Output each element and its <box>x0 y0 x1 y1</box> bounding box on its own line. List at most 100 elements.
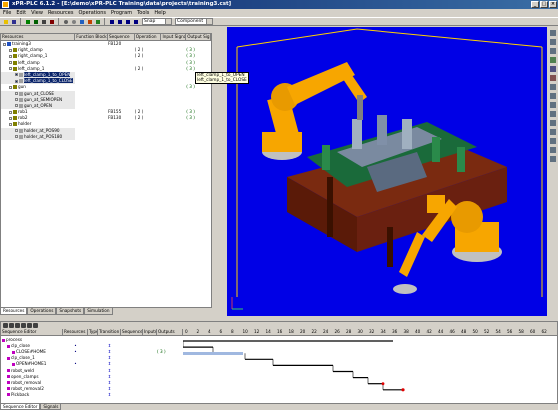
col-seq-type[interactable]: Type <box>88 329 98 335</box>
tab-sequence-editor[interactable]: Sequence Editor <box>0 404 41 410</box>
sequence-bottom-tabs: Sequence Editor Signals <box>0 404 558 410</box>
save-icon[interactable] <box>10 18 17 25</box>
expand-icon[interactable] <box>9 85 12 89</box>
expand-icon[interactable] <box>3 42 6 46</box>
pan-view-icon[interactable] <box>550 111 556 117</box>
expand-icon[interactable] <box>9 122 12 126</box>
col-seq-resources[interactable]: Resources <box>63 329 88 335</box>
seq-new-icon[interactable] <box>3 323 8 328</box>
rewind-icon[interactable] <box>124 18 131 25</box>
expand-icon[interactable] <box>15 92 18 95</box>
axis-indicator <box>231 297 243 310</box>
seq-zoom-in-icon[interactable] <box>21 323 26 328</box>
tab-operations[interactable]: Operations <box>27 308 57 315</box>
expand-icon[interactable] <box>9 67 12 71</box>
play-icon[interactable] <box>24 18 31 25</box>
snap-combo[interactable]: Snap <box>142 18 172 25</box>
gantt-end-marker <box>401 388 405 392</box>
light-icon[interactable] <box>550 147 556 153</box>
tab-simulation[interactable]: Simulation <box>84 308 113 315</box>
expand-icon[interactable] <box>15 98 18 102</box>
timeline-tick: 44 <box>438 329 444 334</box>
expand-icon[interactable] <box>9 54 12 58</box>
col-seq-outputs[interactable]: Outputs <box>157 329 183 335</box>
tree-row[interactable]: holder_at_POS180 <box>1 133 211 140</box>
col-function-block[interactable]: Function Block <box>75 34 108 40</box>
operation-icon <box>7 381 10 385</box>
col-seq-transition[interactable]: Transition <box>98 329 121 335</box>
resource-icon <box>19 72 23 77</box>
component-combo[interactable]: Component <box>175 18 213 25</box>
tab-snapshots[interactable]: Snapshots <box>56 308 85 315</box>
expand-icon[interactable] <box>15 135 18 139</box>
sequence-row[interactable]: Pickback ⇕ <box>1 392 183 398</box>
seq-stop-icon[interactable] <box>15 323 20 328</box>
resource-icon <box>19 128 23 133</box>
expand-icon[interactable] <box>9 116 12 120</box>
stop-icon[interactable] <box>48 18 55 25</box>
tab-signals[interactable]: Signals <box>40 404 62 410</box>
menu-operations[interactable]: Operations <box>78 10 106 16</box>
menu-view[interactable]: View <box>31 10 43 16</box>
zoom-icon[interactable] <box>62 18 69 25</box>
zoom-out-icon[interactable] <box>550 93 556 99</box>
minimize-button[interactable]: _ <box>531 1 539 8</box>
resource-icon <box>13 110 17 115</box>
col-sequence[interactable]: Sequence <box>108 34 135 40</box>
col-output-signals[interactable]: Output Signals <box>186 34 211 40</box>
measure-icon[interactable] <box>550 129 556 135</box>
forward-icon[interactable] <box>116 18 123 25</box>
expand-icon[interactable] <box>15 129 18 133</box>
menu-file[interactable]: File <box>3 10 11 16</box>
col-seq-sequence[interactable]: Sequence <box>121 329 143 335</box>
tree-item-operation: ( 2 ) <box>134 65 144 71</box>
col-input-signals[interactable]: Input Signals <box>161 34 187 40</box>
pan-icon[interactable] <box>86 18 93 25</box>
view-top-icon[interactable] <box>550 39 556 45</box>
view-front-icon[interactable] <box>550 30 556 36</box>
pause-icon[interactable] <box>40 18 47 25</box>
menu-edit[interactable]: Edit <box>16 10 26 16</box>
rotate-view-icon[interactable] <box>550 102 556 108</box>
seq-zoom-out-icon[interactable] <box>27 323 32 328</box>
view-iso-icon[interactable] <box>550 57 556 63</box>
gantt-selected-bar[interactable] <box>183 352 243 355</box>
camera-icon[interactable] <box>550 156 556 162</box>
menu-resources[interactable]: Resources <box>48 10 74 16</box>
timeline-tick: 46 <box>449 329 455 334</box>
expand-icon[interactable] <box>15 79 18 83</box>
section-icon[interactable] <box>550 138 556 144</box>
3d-viewport[interactable] <box>227 27 547 316</box>
maximize-button[interactable]: □ <box>540 1 548 8</box>
back-icon[interactable] <box>108 18 115 25</box>
open-icon[interactable] <box>2 18 9 25</box>
menu-program[interactable]: Program <box>111 10 132 16</box>
menu-tools[interactable]: Tools <box>137 10 149 16</box>
search-icon[interactable] <box>70 18 77 25</box>
shaded-icon[interactable] <box>550 75 556 81</box>
col-seq-inputs[interactable]: Inputs <box>143 329 157 335</box>
wireframe-icon[interactable] <box>550 66 556 72</box>
expand-icon[interactable] <box>9 48 12 52</box>
rotate-icon[interactable] <box>78 18 85 25</box>
fit-all-icon[interactable] <box>550 120 556 126</box>
expand-icon[interactable] <box>15 104 18 108</box>
col-operation[interactable]: Operation <box>135 34 162 40</box>
tree-item-output: ( 3 ) <box>186 115 195 121</box>
close-button[interactable]: × <box>549 1 557 8</box>
seq-play-icon[interactable] <box>9 323 14 328</box>
zoom-in-icon[interactable] <box>550 84 556 90</box>
step-icon[interactable] <box>32 18 39 25</box>
first-icon[interactable] <box>132 18 139 25</box>
expand-icon[interactable] <box>9 61 12 65</box>
view-side-icon[interactable] <box>550 48 556 54</box>
col-seq-editor[interactable]: Sequence Editor <box>1 329 63 335</box>
seq-delete-icon[interactable] <box>33 323 38 328</box>
expand-icon[interactable] <box>9 110 12 114</box>
operation-icon <box>7 387 10 391</box>
col-resources[interactable]: Resources <box>1 34 76 40</box>
fit-icon[interactable] <box>94 18 101 25</box>
menu-help[interactable]: Help <box>154 10 165 16</box>
tab-resources[interactable]: Resources <box>0 308 28 315</box>
expand-icon[interactable] <box>15 73 18 77</box>
